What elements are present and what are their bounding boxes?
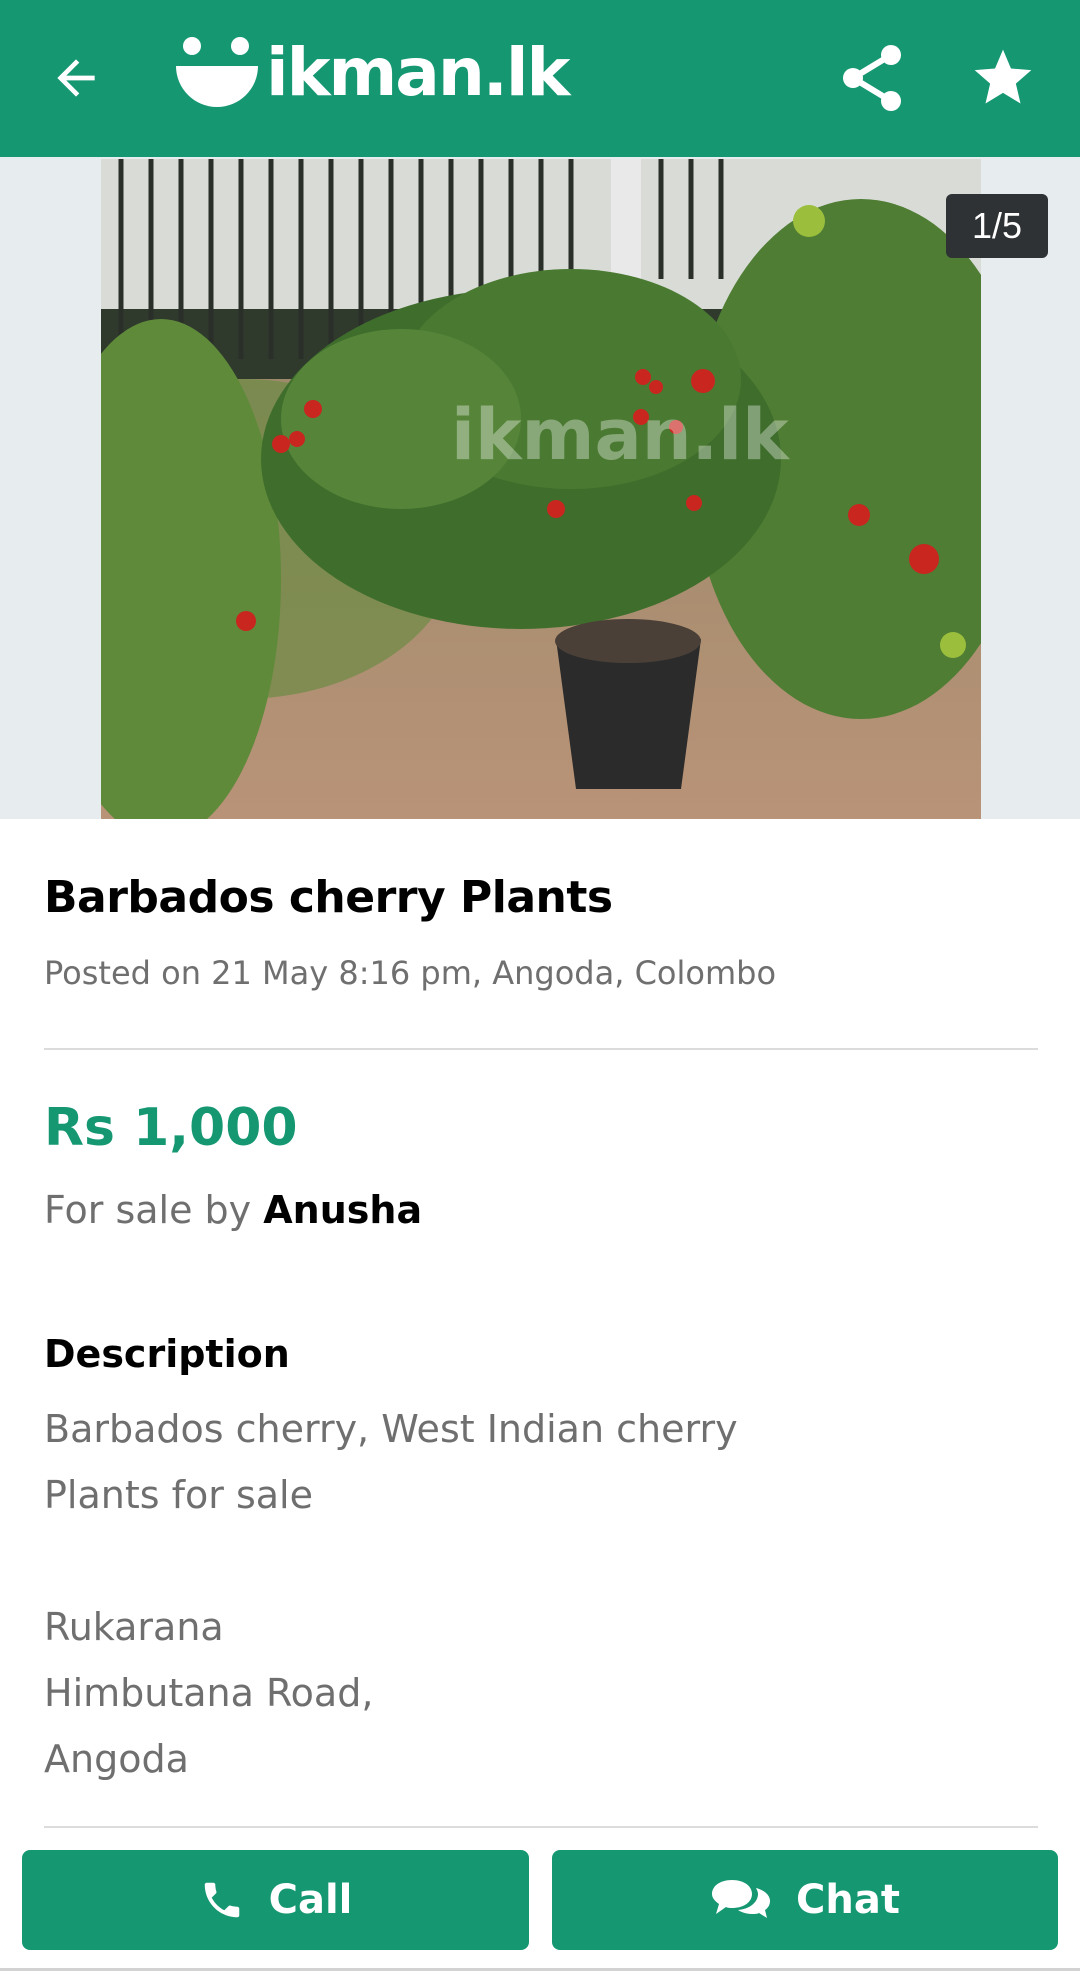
bottom-divider xyxy=(0,1968,1080,1971)
description-line: Plants for sale xyxy=(44,1473,313,1517)
ad-title: Barbados cherry Plants xyxy=(44,872,613,923)
price: Rs 1,000 xyxy=(44,1098,298,1158)
back-arrow-icon xyxy=(57,59,95,97)
chat-button[interactable]: Chat xyxy=(552,1850,1058,1950)
product-photo[interactable]: ikman.lk xyxy=(101,159,981,819)
chat-label: Chat xyxy=(796,1877,900,1923)
divider xyxy=(44,1826,1038,1828)
seller-name: Anusha xyxy=(263,1188,423,1232)
seller-prefix: For sale by xyxy=(44,1188,252,1232)
back-button[interactable] xyxy=(40,42,112,114)
share-icon xyxy=(843,45,901,111)
image-gallery[interactable]: ikman.lk 1/5 xyxy=(0,157,1080,819)
description-line: Himbutana Road, xyxy=(44,1671,374,1715)
description-line: Barbados cherry, West Indian cherry xyxy=(44,1407,738,1451)
chat-bubbles-icon xyxy=(712,1880,771,1918)
call-button[interactable]: Call xyxy=(22,1850,529,1950)
ikman-logo-icon xyxy=(176,37,258,107)
description-line: Angoda xyxy=(44,1737,189,1781)
divider xyxy=(44,1048,1038,1050)
description-body: Barbados cherry, West Indian cherry Plan… xyxy=(44,1396,1024,1792)
ikman-logo: ikman.lk xyxy=(174,26,570,126)
app-bar: ikman.lk xyxy=(0,0,1080,157)
description-heading: Description xyxy=(44,1332,290,1376)
image-counter: 1/5 xyxy=(946,194,1048,258)
seller-info: For sale by Anusha xyxy=(44,1188,422,1232)
description-line xyxy=(44,1528,1024,1594)
star-icon xyxy=(974,49,1032,104)
posted-info: Posted on 21 May 8:16 pm, Angoda, Colomb… xyxy=(44,954,777,992)
svg-text:ikman.lk: ikman.lk xyxy=(451,394,790,476)
share-button[interactable] xyxy=(830,36,914,120)
logo-text: ikman.lk xyxy=(266,33,570,111)
call-label: Call xyxy=(268,1877,353,1923)
plant-photo-illustration: ikman.lk xyxy=(101,159,981,819)
description-line: Rukarana xyxy=(44,1605,224,1649)
favorite-button[interactable] xyxy=(958,36,1048,120)
phone-icon xyxy=(204,1882,239,1918)
action-bar: Call Chat xyxy=(0,1832,1080,1981)
